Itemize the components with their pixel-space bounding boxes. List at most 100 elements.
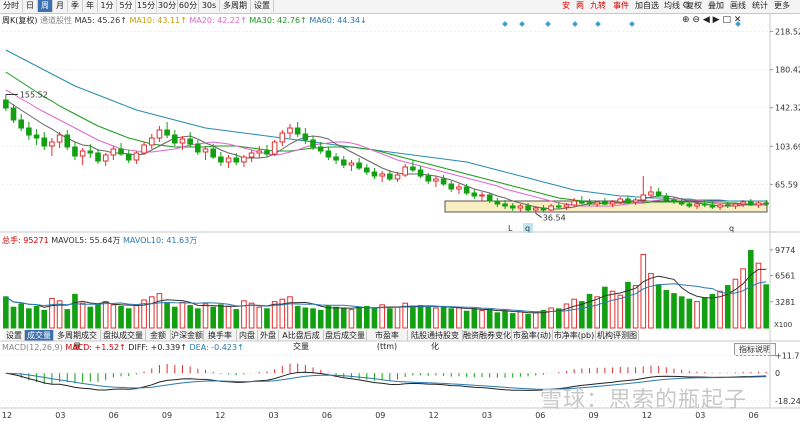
period-tab[interactable]: 季 bbox=[68, 0, 83, 12]
period-tab[interactable]: 分时 bbox=[0, 0, 23, 12]
toolbar-button[interactable]: 两 bbox=[574, 0, 586, 12]
candle-body bbox=[317, 146, 324, 152]
indicator-tab[interactable]: 换手率 bbox=[204, 330, 237, 341]
toolbar-button[interactable]: 更多 bbox=[772, 0, 792, 12]
candle-body bbox=[387, 173, 393, 180]
event-marker bbox=[595, 21, 601, 27]
candle-body bbox=[348, 162, 355, 166]
scroll-left-icon[interactable]: ◀ bbox=[703, 15, 710, 25]
period-tab[interactable]: 15分 bbox=[136, 0, 157, 12]
candle-body bbox=[26, 127, 32, 136]
volume-bar bbox=[110, 304, 117, 329]
period-tab[interactable]: 设置 bbox=[251, 0, 274, 12]
indicator-tab[interactable]: 金额 bbox=[146, 330, 171, 341]
period-tab[interactable]: 月 bbox=[53, 0, 68, 12]
candle-body bbox=[701, 203, 708, 206]
volume-bar bbox=[179, 301, 186, 329]
candle-body bbox=[340, 159, 347, 166]
candle-body bbox=[586, 202, 593, 205]
indicator-tab[interactable]: 内盘 bbox=[237, 330, 258, 341]
price-axis-label: 180.42 bbox=[775, 66, 800, 75]
indicator-tab[interactable]: 机构评测图 bbox=[596, 330, 639, 341]
indicator-tab[interactable]: A比盘后成交量 bbox=[279, 330, 324, 351]
volume-bar bbox=[740, 268, 746, 329]
candle-body bbox=[287, 127, 293, 134]
volume-bar bbox=[64, 309, 71, 329]
scroll-right-icon[interactable]: ▶ bbox=[713, 15, 720, 25]
volume-bar bbox=[41, 309, 48, 329]
period-tab[interactable]: 30分 bbox=[157, 0, 178, 12]
candle-body bbox=[64, 134, 71, 148]
zoom-out-icon[interactable]: ⊖ bbox=[692, 15, 700, 25]
indicator-tab[interactable]: 外盘 bbox=[258, 330, 279, 341]
toolbar-button[interactable]: 均线 bbox=[662, 0, 682, 12]
expand-icon[interactable]: □ bbox=[722, 15, 731, 25]
volume-bar bbox=[609, 290, 616, 329]
volume-bar bbox=[517, 311, 524, 329]
toolbar-button[interactable]: 事件 bbox=[610, 0, 632, 12]
volume-bar bbox=[410, 305, 416, 329]
indicator-tab[interactable]: 市净率(pb) bbox=[553, 330, 596, 341]
toolbar-button[interactable]: 统计 bbox=[750, 0, 770, 12]
toolbar-button[interactable]: 九转 bbox=[588, 0, 608, 12]
ma20-line bbox=[5, 71, 767, 205]
indicator-tab[interactable]: 市盈率(ttm) bbox=[367, 330, 408, 351]
volume-bar bbox=[56, 300, 63, 329]
indicator-tab[interactable]: 融资融券变化 bbox=[463, 330, 512, 341]
candle-body bbox=[678, 201, 685, 205]
settings-gear-icon[interactable]: ⚙ bbox=[682, 0, 690, 12]
mavol10-line bbox=[5, 281, 767, 313]
indicator-tab[interactable]: 市盈率(动) bbox=[512, 330, 553, 341]
candle-body bbox=[102, 154, 109, 162]
period-tab[interactable]: 5分 bbox=[117, 0, 136, 12]
candle-body bbox=[509, 205, 516, 209]
candle-body bbox=[133, 152, 140, 161]
period-tab[interactable]: 1分 bbox=[98, 0, 117, 12]
indicator-help-button[interactable]: 指标说明 bbox=[734, 343, 776, 356]
candle-body bbox=[333, 156, 339, 161]
toolbar-button[interactable]: 叠加 bbox=[706, 0, 726, 12]
event-marker bbox=[519, 21, 525, 27]
indicator-tab[interactable]: 沪深金额 bbox=[171, 330, 204, 341]
indicator-tab[interactable]: 设置 bbox=[4, 330, 25, 341]
volume-bar bbox=[617, 294, 624, 329]
period-tab[interactable]: 多周期 bbox=[220, 0, 251, 12]
indicator-tab[interactable]: 盘后成交量 bbox=[324, 330, 367, 341]
volume-bar bbox=[456, 307, 462, 329]
period-tab[interactable]: 日 bbox=[23, 0, 38, 12]
volume-bar bbox=[402, 302, 409, 329]
candle-body bbox=[617, 198, 624, 203]
indicator-tab[interactable]: 陆股通持股变化 bbox=[408, 330, 463, 351]
volume-bar bbox=[548, 307, 554, 329]
candle-body bbox=[302, 133, 309, 141]
period-tab[interactable]: 60分 bbox=[178, 0, 199, 12]
volume-bar bbox=[694, 301, 700, 329]
candle-body bbox=[502, 203, 508, 207]
candle-body bbox=[540, 207, 547, 211]
volume-bar bbox=[394, 306, 401, 329]
volume-bar bbox=[225, 305, 232, 329]
candle-body bbox=[471, 192, 478, 197]
candle-body bbox=[694, 203, 700, 207]
close-icon[interactable]: ✕ bbox=[734, 15, 742, 25]
volume-bar bbox=[26, 308, 32, 329]
diff-value: DIFF: +0.339↑ bbox=[128, 343, 187, 352]
toolbar-button[interactable]: 加自选 bbox=[634, 0, 660, 12]
period-tab[interactable]: 30s bbox=[199, 0, 220, 12]
zoom-in-icon[interactable]: ⊕ bbox=[682, 15, 690, 25]
indicator-tab[interactable]: 盘拟成交量 bbox=[101, 330, 146, 341]
toolbar-button[interactable]: 安 bbox=[560, 0, 572, 12]
main-legend: 周K(复权) 通道股性 MA5: 45.26↑ MA10: 43.11↑ MA2… bbox=[2, 15, 367, 26]
volume-bar bbox=[241, 300, 247, 329]
indicator-tab[interactable]: 多周期成交量 bbox=[54, 330, 101, 351]
candle-body bbox=[279, 132, 286, 143]
period-tab[interactable]: 周 bbox=[38, 0, 53, 12]
period-tab[interactable]: 年 bbox=[83, 0, 98, 12]
ma30-value: MA30: 42.76↑ bbox=[249, 16, 307, 25]
chart-marker-q: q bbox=[525, 224, 530, 233]
toolbar-button[interactable]: 画线 bbox=[728, 0, 748, 12]
volume-bar bbox=[195, 308, 201, 329]
candle-body bbox=[148, 137, 155, 146]
candle-body bbox=[709, 204, 716, 208]
indicator-tab[interactable]: 成交量 bbox=[25, 330, 54, 341]
